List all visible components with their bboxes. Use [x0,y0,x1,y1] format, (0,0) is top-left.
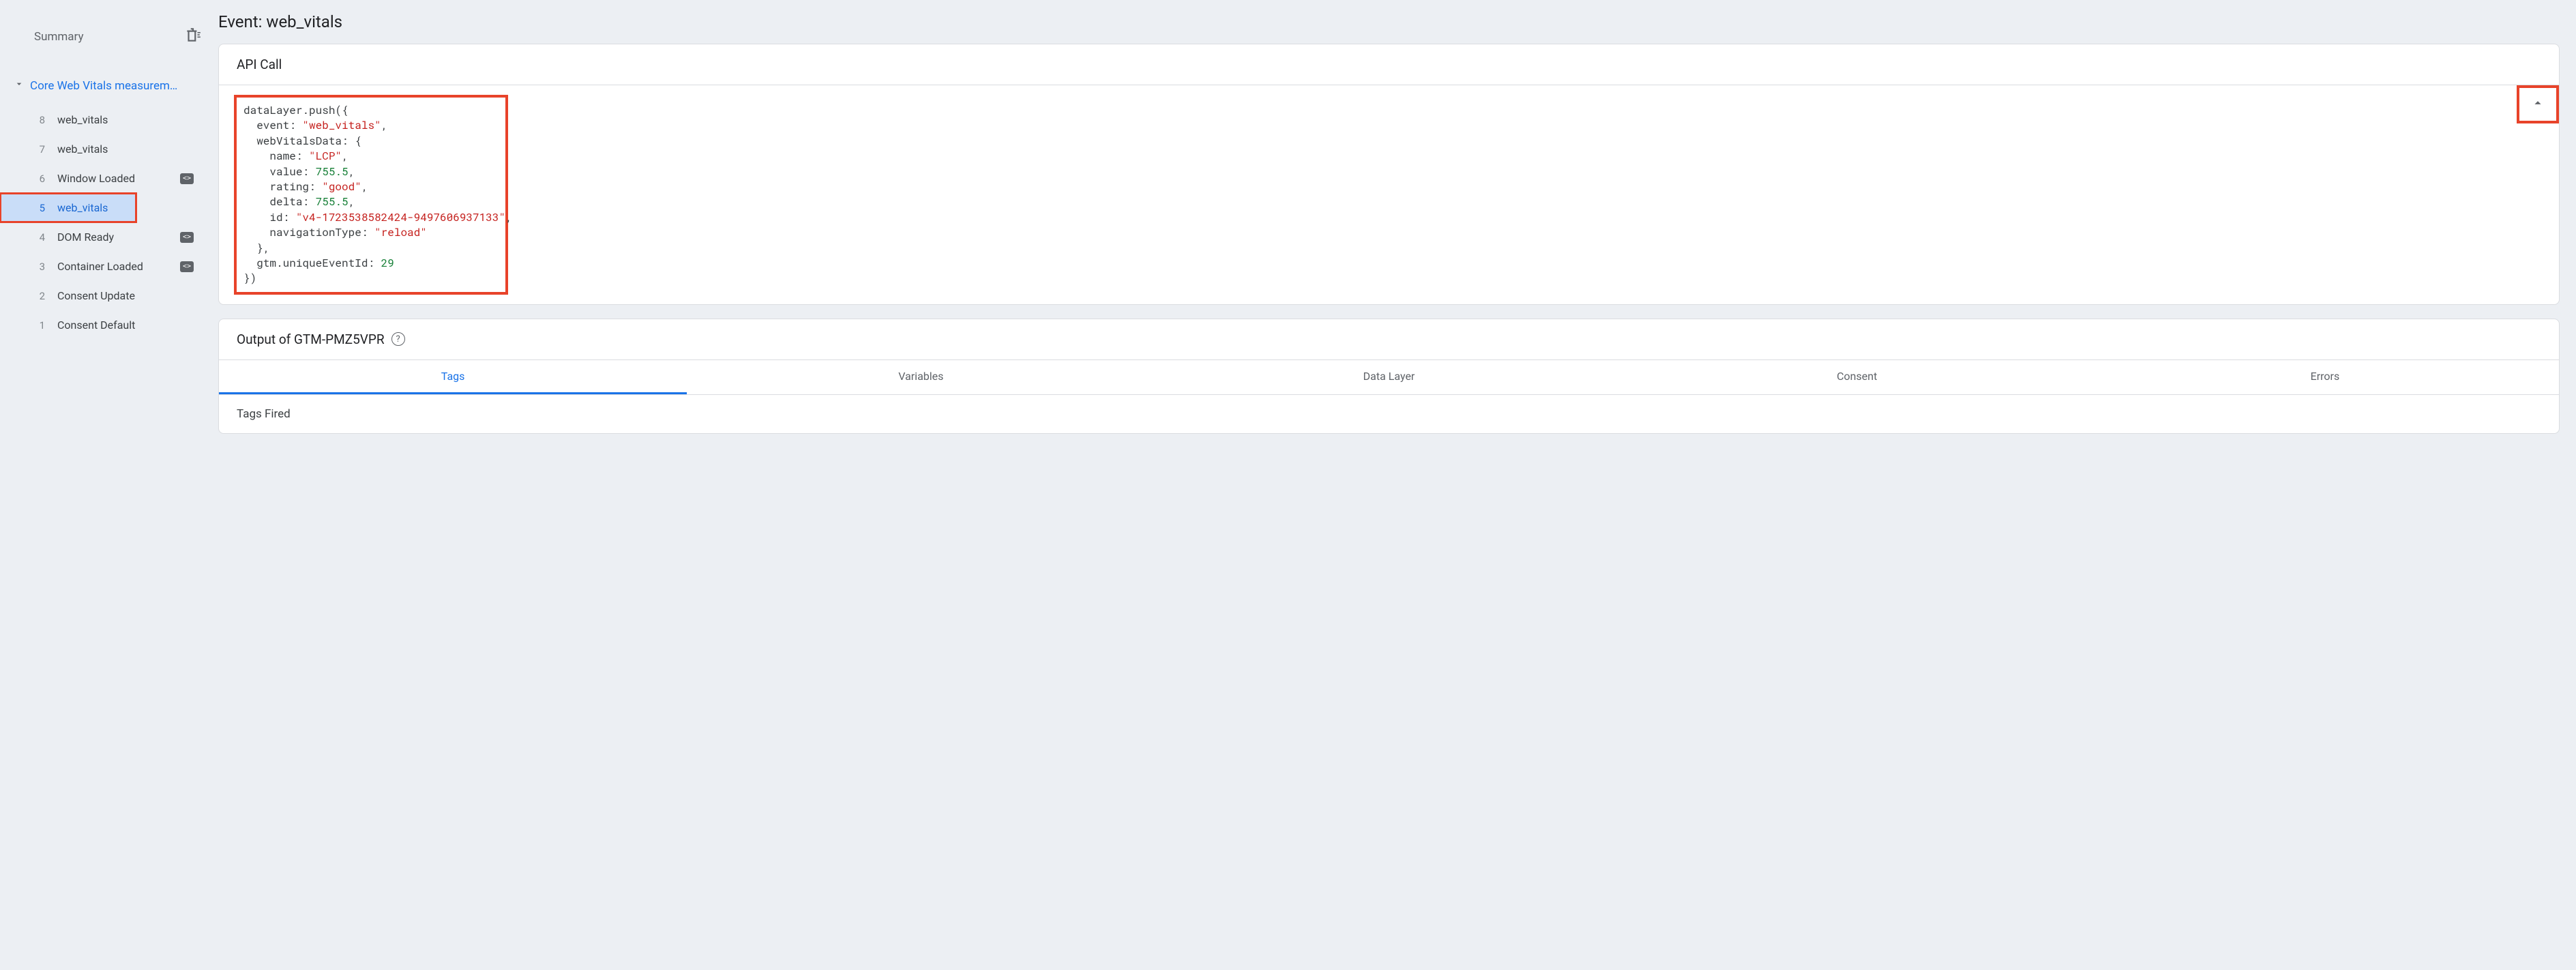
event-item[interactable]: 7 web_vitals [0,134,205,164]
event-number: 2 [33,290,45,302]
group-header[interactable]: Core Web Vitals measurem… [0,70,218,101]
tab-errors[interactable]: Errors [2091,360,2559,394]
output-header: Output of GTM-PMZ5VPR ? [219,319,2559,360]
code-icon: <> [180,261,194,272]
code-icon: <> [180,173,194,184]
event-label: Window Loaded [57,172,164,185]
output-tabs: TagsVariablesData LayerConsentErrors [219,360,2559,395]
event-number: 4 [33,231,45,244]
summary-label: Summary [34,30,83,44]
api-call-card: API Call dataLayer.push({ event: "web_vi… [218,44,2560,305]
clear-icon[interactable] [184,26,202,47]
output-header-label: Output of GTM-PMZ5VPR [237,332,385,347]
collapse-button[interactable] [2517,85,2559,123]
event-item[interactable]: 4 DOM Ready <> [0,222,205,252]
chevron-down-icon [14,78,25,93]
tab-data-layer[interactable]: Data Layer [1155,360,1623,394]
event-number: 5 [33,202,45,214]
api-call-header: API Call [219,44,2559,85]
tab-consent[interactable]: Consent [1623,360,2091,394]
event-item[interactable]: 5 web_vitals [0,193,136,222]
tab-tags[interactable]: Tags [219,360,687,394]
page-title: Event: web_vitals [218,12,2560,31]
event-number: 6 [33,173,45,185]
sidebar: Summary Core Web Vitals measurem… 8 web_v… [0,0,218,970]
event-item[interactable]: 1 Consent Default [0,310,205,340]
tags-fired-header: Tags Fired [219,395,2559,433]
output-card: Output of GTM-PMZ5VPR ? TagsVariablesDat… [218,319,2560,434]
event-item[interactable]: 2 Consent Update [0,281,205,310]
event-label: web_vitals [57,113,194,126]
event-number: 1 [33,319,45,332]
chevron-up-icon [2530,95,2545,113]
event-number: 3 [33,261,45,273]
event-label: DOM Ready [57,231,164,244]
tab-variables[interactable]: Variables [687,360,1155,394]
main-content: Event: web_vitals API Call dataLayer.pus… [218,0,2576,970]
event-label: web_vitals [57,201,125,214]
event-number: 8 [33,114,45,126]
event-item[interactable]: 8 web_vitals [0,105,205,134]
event-item[interactable]: 6 Window Loaded <> [0,164,205,193]
help-icon[interactable]: ? [391,332,405,346]
summary-row[interactable]: Summary [0,19,218,54]
event-label: Container Loaded [57,260,164,273]
api-call-code: dataLayer.push({ event: "web_vitals", we… [234,95,508,295]
group-label: Core Web Vitals measurem… [30,79,213,93]
event-label: Consent Default [57,319,194,332]
event-label: Consent Update [57,289,194,302]
api-call-body: dataLayer.push({ event: "web_vitals", we… [219,85,2559,304]
event-label: web_vitals [57,143,194,156]
event-list: 8web_vitals7web_vitals6Window Loaded<>5w… [0,105,218,340]
event-item[interactable]: 3 Container Loaded <> [0,252,205,281]
event-number: 7 [33,143,45,156]
code-icon: <> [180,232,194,243]
